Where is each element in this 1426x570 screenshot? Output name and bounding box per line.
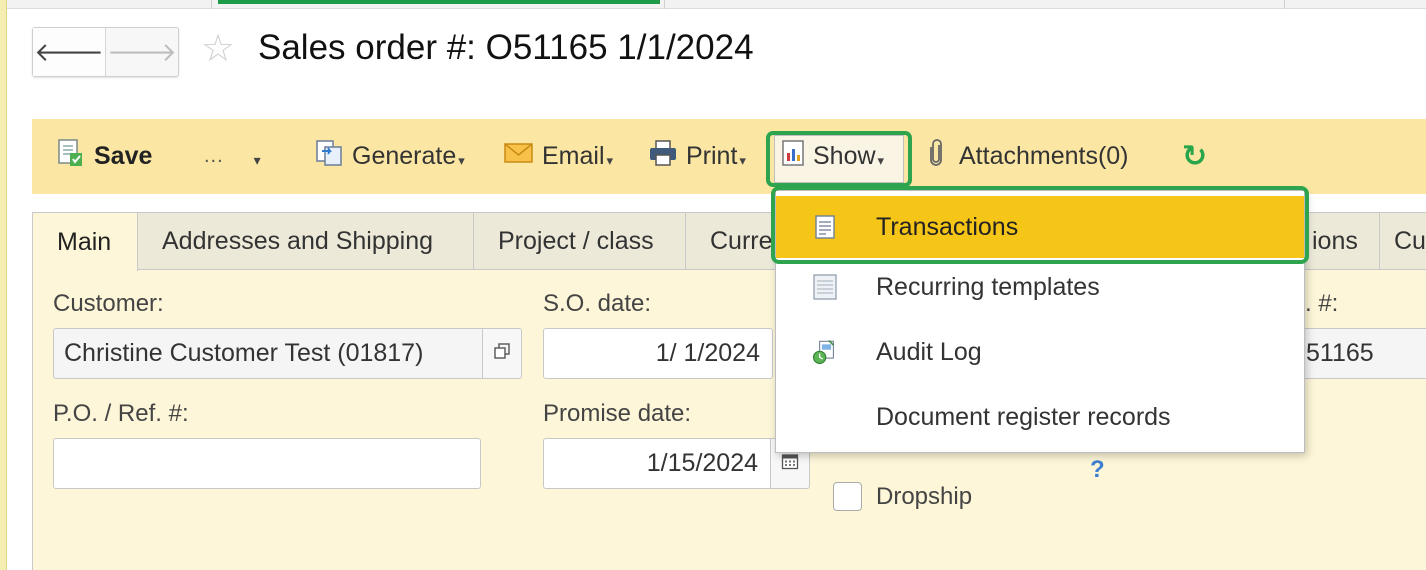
menu-item-audit-log[interactable]: Audit Log <box>776 321 1304 383</box>
save-button[interactable]: Save <box>54 119 152 194</box>
tab-main[interactable]: Main <box>32 212 138 271</box>
tab-cu-partial[interactable]: Cu <box>1379 212 1426 270</box>
window-tab-strip <box>0 0 1426 9</box>
menu-item-document-register-records[interactable]: Document register records <box>776 386 1304 448</box>
command-bar: Save ... ▾ Generate ▾ Email ▾ Print ▾ At… <box>32 119 1426 194</box>
menu-item-transactions[interactable]: Transactions <box>776 196 1304 258</box>
audit-log-icon <box>812 337 838 367</box>
tab-addresses-and-shipping[interactable]: Addresses and Shipping <box>137 212 474 270</box>
tab-label: Curre <box>710 227 773 255</box>
chevron-down-icon: ▾ <box>877 152 885 168</box>
attachments-button[interactable]: Attachments(0) <box>929 119 1129 194</box>
printer-icon <box>648 139 678 174</box>
page-title: Sales order #: O51165 1/1/2024 <box>258 28 754 67</box>
chevron-down-icon: ▾ <box>606 152 614 168</box>
favorite-star-icon[interactable]: ☆ <box>201 30 235 68</box>
menu-item-label: Recurring templates <box>876 272 1100 301</box>
chevron-down-icon: ▾ <box>458 152 465 168</box>
tab-label: Project / class <box>498 227 654 255</box>
customer-field[interactable]: Christine Customer Test (01817) <box>53 328 483 379</box>
refresh-button[interactable]: ↻ <box>1182 119 1207 194</box>
menu-item-label: Audit Log <box>876 337 982 366</box>
so-date-value: 1/ 1/2024 <box>655 339 760 367</box>
left-panel-rail <box>0 0 7 570</box>
dropship-checkbox[interactable] <box>833 482 862 511</box>
arrow-left-icon: 🡐 <box>34 36 104 67</box>
transactions-doc-icon <box>812 212 838 242</box>
arrow-right-icon: 🡒 <box>107 36 177 67</box>
more-actions-button[interactable]: ... ▾ <box>204 119 262 194</box>
active-window-tab-indicator[interactable] <box>218 0 660 4</box>
so-date-label: S.O. date: <box>543 290 652 317</box>
tab-label: Addresses and Shipping <box>162 227 434 255</box>
menu-item-label: Transactions <box>876 212 1019 241</box>
so-number-label-partial: . #: <box>1305 290 1339 317</box>
save-document-icon <box>54 137 86 176</box>
tab-label: Cu <box>1394 227 1426 255</box>
help-icon[interactable]: ? <box>1090 456 1105 484</box>
po-ref-label: P.O. / Ref. #: <box>53 400 189 427</box>
back-button[interactable]: 🡐 <box>33 28 106 76</box>
report-chart-icon <box>781 139 805 174</box>
open-window-icon <box>494 343 510 364</box>
email-button[interactable]: Email ▾ <box>504 119 613 194</box>
generate-icon <box>314 138 344 175</box>
print-button[interactable]: Print ▾ <box>648 119 746 194</box>
print-label: Print <box>686 142 738 170</box>
promise-date-label: Promise date: <box>543 400 692 427</box>
po-ref-input[interactable] <box>53 438 481 489</box>
menu-item-label: Document register records <box>876 402 1171 431</box>
tab-project-class[interactable]: Project / class <box>473 212 686 270</box>
chevron-down-icon: ▾ <box>739 152 746 168</box>
so-date-field[interactable]: 1/ 1/2024 <box>543 328 773 379</box>
refresh-icon: ↻ <box>1182 140 1208 173</box>
tab-separator <box>1284 0 1285 9</box>
save-label: Save <box>94 142 153 170</box>
generate-button[interactable]: Generate ▾ <box>314 119 465 194</box>
template-doc-icon <box>812 272 838 302</box>
more-label: ... <box>204 145 224 167</box>
tab-separator <box>211 0 212 9</box>
envelope-icon <box>504 141 534 172</box>
email-label: Email <box>542 142 605 170</box>
tab-label: Main <box>57 227 112 256</box>
paperclip-icon <box>929 139 945 174</box>
show-dropdown-menu: Transactions Recurring templates Audit L… <box>775 190 1305 453</box>
calendar-icon <box>781 452 799 475</box>
open-customer-button[interactable] <box>482 328 522 379</box>
menu-item-recurring-templates[interactable]: Recurring templates <box>776 256 1304 318</box>
tab-label: ions <box>1312 227 1358 255</box>
promise-date-field[interactable]: 1/15/2024 <box>543 438 771 489</box>
attachments-label: Attachments(0) <box>959 142 1129 170</box>
show-button[interactable]: Show ▾ <box>781 119 884 194</box>
generate-label: Generate <box>352 142 457 170</box>
customer-label: Customer: <box>53 290 164 317</box>
forward-button[interactable]: 🡒 <box>106 28 178 76</box>
chevron-down-icon: ▾ <box>253 152 262 168</box>
promise-date-value: 1/15/2024 <box>646 449 758 477</box>
history-navigation: 🡐 🡒 <box>32 27 179 77</box>
dropship-label: Dropship <box>876 483 973 510</box>
customer-value: Christine Customer Test (01817) <box>64 339 424 367</box>
show-label: Show <box>813 142 876 170</box>
tab-separator <box>664 0 665 9</box>
